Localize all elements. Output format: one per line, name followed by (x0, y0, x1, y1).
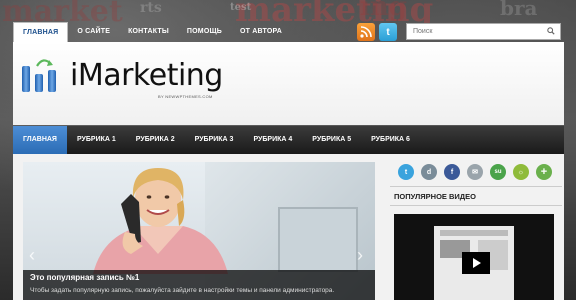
topnav-item-about[interactable]: О САЙТЕ (68, 22, 119, 42)
facebook-icon[interactable]: f (444, 164, 460, 180)
popular-video-player[interactable] (394, 214, 554, 300)
search-icon[interactable] (547, 27, 555, 35)
popular-video-heading: ПОПУЛЯРНОЕ ВИДЕО (390, 186, 562, 206)
mainnav-item-category-4[interactable]: РУБРИКА 4 (243, 126, 302, 154)
twitter-icon[interactable]: t (379, 23, 397, 41)
logo-bars-icon[interactable] (21, 56, 59, 92)
slider-post-excerpt: Чтобы задать популярную запись, пожалуйс… (30, 287, 335, 294)
topnav-item-author[interactable]: ОТ АВТОРА (231, 22, 291, 42)
digg-icon[interactable]: d (421, 164, 437, 180)
slider-next-arrow[interactable]: › (357, 246, 371, 264)
top-bar: ГЛАВНАЯ О САЙТЕ КОНТАКТЫ ПОМОЩЬ ОТ АВТОР… (13, 22, 564, 42)
play-icon[interactable] (462, 252, 490, 274)
woman-photo (93, 168, 228, 274)
site-title[interactable]: iMarketing (70, 58, 223, 93)
top-social-icons: t (357, 23, 397, 41)
mainnav-item-category-5[interactable]: РУБРИКА 5 (302, 126, 361, 154)
rss-icon[interactable] (357, 23, 375, 41)
stumbleupon-icon[interactable]: su (490, 164, 506, 180)
topnav-item-help[interactable]: ПОМОЩЬ (178, 22, 231, 42)
site-subtitle: BY NEWWPTHEMES.COM (158, 94, 213, 99)
mainnav-item-category-1[interactable]: РУБРИКА 1 (67, 126, 126, 154)
topnav-item-home[interactable]: ГЛАВНАЯ (13, 22, 69, 42)
main-nav: ГЛАВНАЯ РУБРИКА 1 РУБРИКА 2 РУБРИКА 3 РУ… (13, 126, 564, 154)
slider-post-title[interactable]: Это популярная запись №1 (30, 273, 368, 282)
mainnav-item-category-2[interactable]: РУБРИКА 2 (126, 126, 185, 154)
mainnav-item-home[interactable]: ГЛАВНАЯ (13, 126, 67, 154)
mainnav-item-category-3[interactable]: РУБРИКА 3 (185, 126, 244, 154)
search-input[interactable] (413, 28, 543, 35)
mainnav-item-category-6[interactable]: РУБРИКА 6 (361, 126, 420, 154)
sidebar: t d f ✉ su ☼ + ПОПУЛЯРНОЕ ВИДЕО (390, 162, 562, 300)
content-area: ‹ › Это популярная запись №1 Чтобы задат… (13, 154, 564, 300)
technorati-icon[interactable]: ☼ (513, 164, 529, 180)
search-box (406, 23, 561, 40)
topnav-item-contacts[interactable]: КОНТАКТЫ (119, 22, 178, 42)
share-icons-row: t d f ✉ su ☼ + (390, 164, 562, 180)
twitter-icon[interactable]: t (398, 164, 414, 180)
featured-slider[interactable]: ‹ › Это популярная запись №1 Чтобы задат… (23, 162, 375, 300)
page-wrapper: ГЛАВНАЯ О САЙТЕ КОНТАКТЫ ПОМОЩЬ ОТ АВТОР… (13, 0, 564, 300)
monitor-illustration (278, 207, 358, 272)
delicious-icon[interactable]: ✉ (467, 164, 483, 180)
slider-prev-arrow[interactable]: ‹ (29, 246, 43, 264)
add-icon[interactable]: + (536, 164, 552, 180)
slider-caption: Это популярная запись №1 Чтобы задать по… (23, 270, 375, 300)
site-header: iMarketing BY NEWWPTHEMES.COM (13, 42, 564, 125)
